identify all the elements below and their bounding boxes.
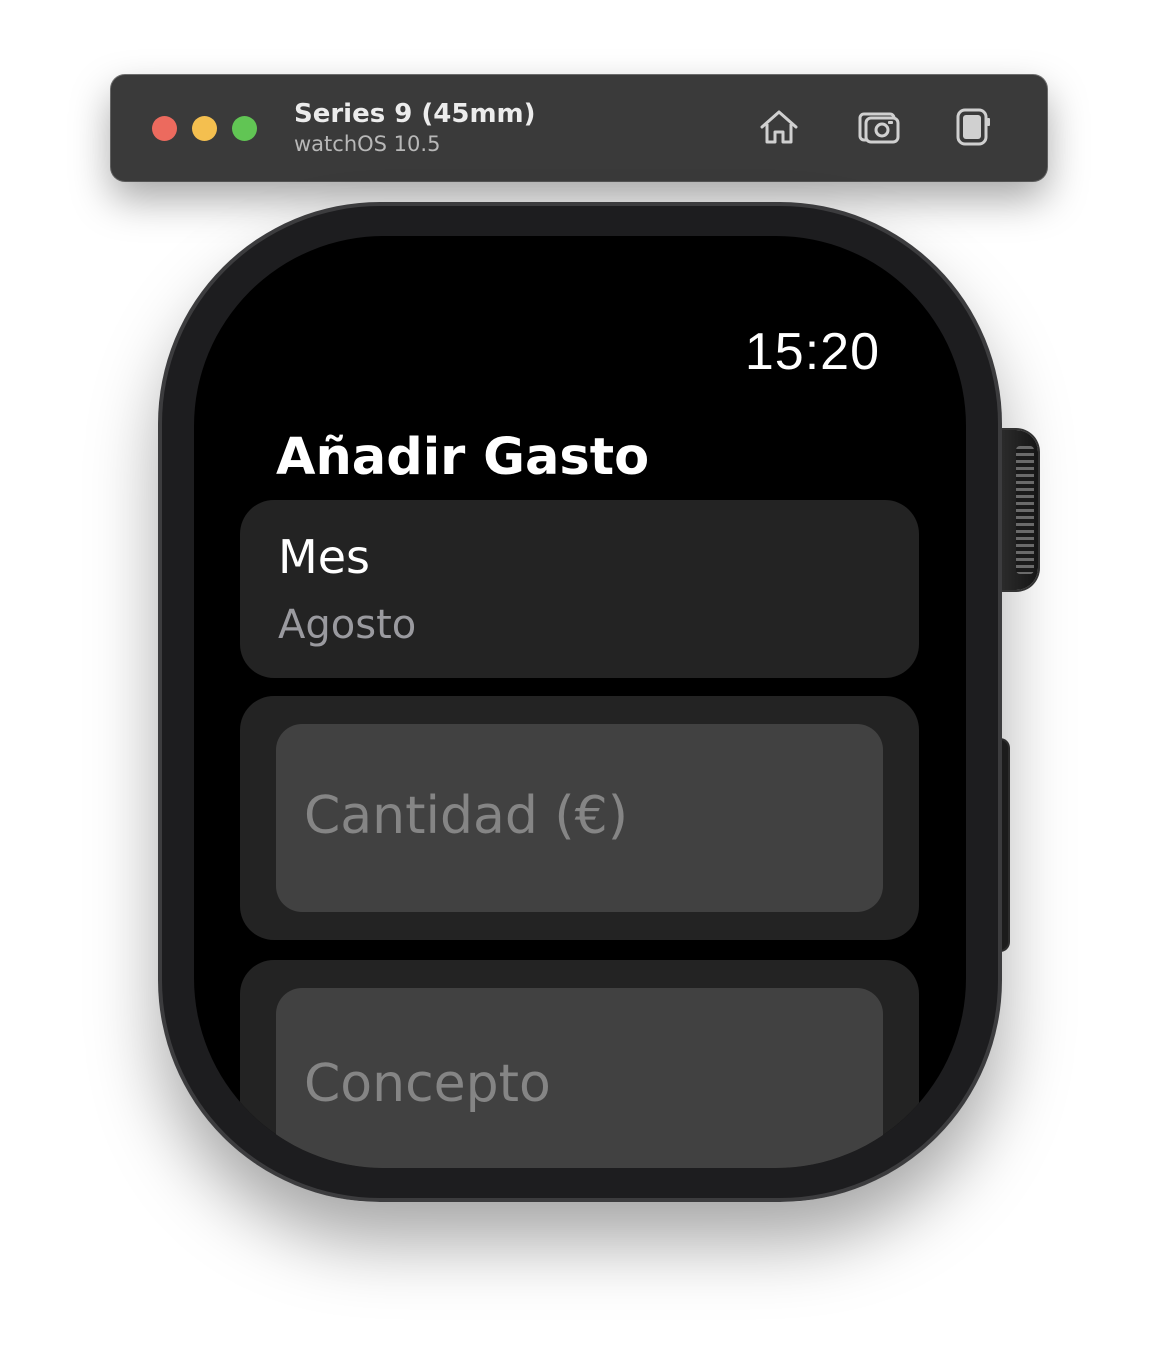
month-picker-value: Agosto xyxy=(278,602,417,648)
concept-row: Concepto xyxy=(240,960,919,1168)
page-title: Añadir Gasto xyxy=(276,428,650,487)
status-time: 15:20 xyxy=(744,323,880,381)
home-button[interactable] xyxy=(756,104,802,150)
home-icon xyxy=(760,110,798,144)
minimize-window-button[interactable] xyxy=(192,116,217,141)
amount-row: Cantidad (€) xyxy=(240,696,919,940)
rotate-device-button[interactable] xyxy=(950,104,996,150)
concept-placeholder: Concepto xyxy=(304,1054,551,1114)
close-window-button[interactable] xyxy=(152,116,177,141)
amount-placeholder: Cantidad (€) xyxy=(304,786,629,846)
zoom-window-button[interactable] xyxy=(232,116,257,141)
month-picker-label: Mes xyxy=(278,530,370,584)
concept-field[interactable]: Concepto xyxy=(276,988,883,1168)
amount-field[interactable]: Cantidad (€) xyxy=(276,724,883,912)
device-rotate-icon xyxy=(956,108,990,146)
watch-screen: 15:20 Añadir Gasto Mes Agosto Cantidad (… xyxy=(194,236,966,1168)
simulator-window: Series 9 (45mm) watchOS 10.5 15:20 Añadi… xyxy=(0,0,1158,1352)
os-version: watchOS 10.5 xyxy=(294,132,441,156)
camera-icon xyxy=(858,112,900,144)
device-name: Series 9 (45mm) xyxy=(294,99,536,129)
screenshot-button[interactable] xyxy=(856,104,902,150)
crown-ridges xyxy=(1016,446,1034,574)
month-picker[interactable]: Mes Agosto xyxy=(240,500,919,678)
